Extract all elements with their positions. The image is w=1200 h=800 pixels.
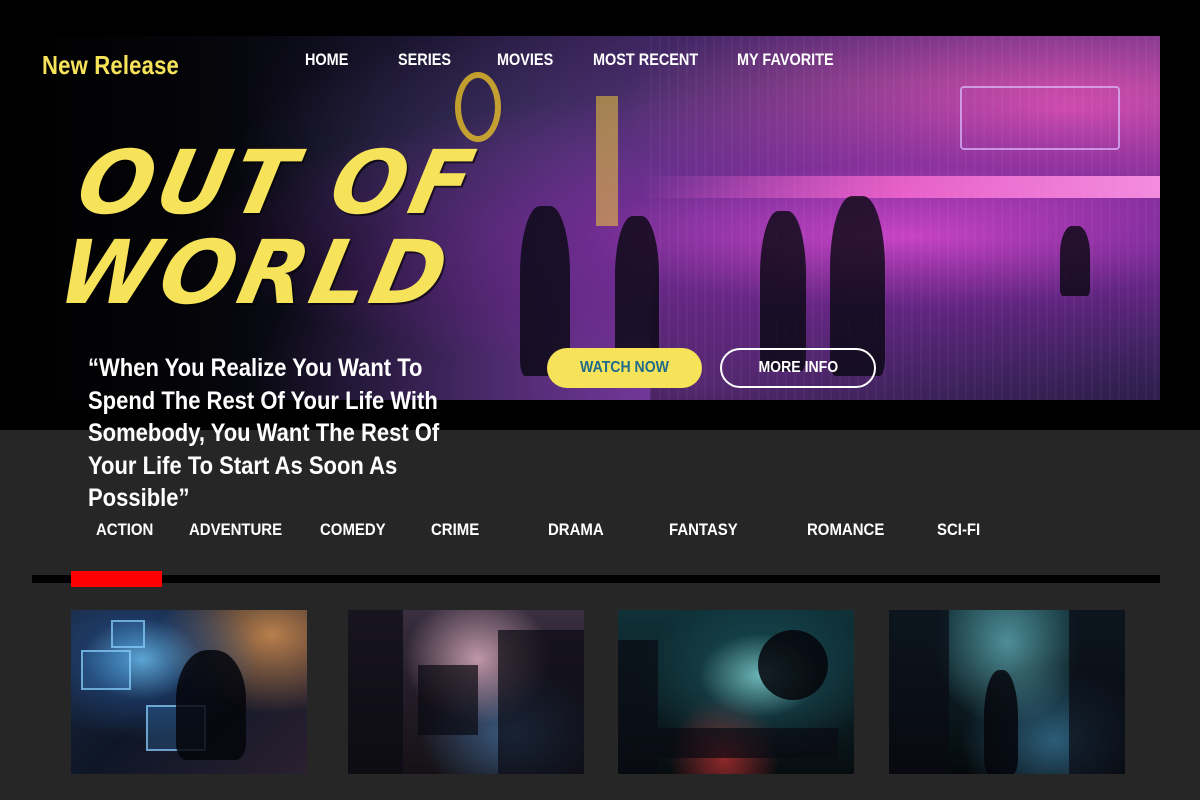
tab-adventure[interactable]: ADVENTURE xyxy=(189,520,282,540)
hero-title: OUT OF WORLD xyxy=(49,131,529,324)
holo-screen xyxy=(111,620,145,648)
hero-title-line: WORLD xyxy=(49,221,461,324)
armored-figure xyxy=(984,670,1018,774)
hooded-figure xyxy=(176,650,246,760)
hero-neon-awning xyxy=(640,176,1160,198)
hovering-ship xyxy=(758,630,828,700)
nav-movies[interactable]: MOVIES xyxy=(497,50,553,70)
nav-most-recent[interactable]: MOST RECENT xyxy=(593,50,698,70)
hero-title-line: OUT OF xyxy=(68,131,487,234)
more-info-button[interactable]: MORE INFO xyxy=(720,348,876,388)
hero-quote: “When You Realize You Want To Spend The … xyxy=(88,354,440,512)
watch-now-button[interactable]: WATCH NOW xyxy=(547,348,702,388)
building xyxy=(348,610,403,774)
tab-drama[interactable]: DRAMA xyxy=(548,520,604,540)
more-info-label: MORE INFO xyxy=(758,359,838,376)
hero-neon-sign xyxy=(596,96,618,226)
hacker-scene-thumbnail[interactable] xyxy=(71,610,307,774)
rainy-alley-thumbnail[interactable] xyxy=(889,610,1125,774)
tab-romance[interactable]: ROMANCE xyxy=(807,520,884,540)
tab-fantasy[interactable]: FANTASY xyxy=(669,520,738,540)
brand-logo[interactable]: New Release xyxy=(42,50,179,81)
category-track xyxy=(32,575,1160,583)
nav-home[interactable]: HOME xyxy=(305,50,348,70)
active-category-indicator xyxy=(71,571,162,587)
hero-silhouette xyxy=(760,211,806,371)
watch-now-label: WATCH NOW xyxy=(580,359,669,376)
city-street-thumbnail[interactable] xyxy=(348,610,584,774)
hero-neon-billboard xyxy=(960,86,1120,150)
hero-silhouette xyxy=(615,216,659,366)
hero-silhouette xyxy=(1060,226,1090,296)
building xyxy=(498,630,584,774)
tab-comedy[interactable]: COMEDY xyxy=(320,520,386,540)
category-tabs: ACTION ADVENTURE COMEDY CRIME DRAMA FANT… xyxy=(0,520,1200,550)
holo-screen xyxy=(81,650,131,690)
tab-crime[interactable]: CRIME xyxy=(431,520,479,540)
ground-vehicles xyxy=(658,728,838,758)
tab-sci-fi[interactable]: SCI-FI xyxy=(937,520,980,540)
night-ship-thumbnail[interactable] xyxy=(618,610,854,774)
building xyxy=(418,665,478,735)
tab-action[interactable]: ACTION xyxy=(96,520,153,540)
building xyxy=(618,640,658,774)
page: New Release HOME SERIES MOVIES MOST RECE… xyxy=(0,0,1200,800)
nav-series[interactable]: SERIES xyxy=(398,50,451,70)
building xyxy=(889,610,949,774)
building xyxy=(1069,610,1125,774)
nav-my-favorite[interactable]: MY FAVORITE xyxy=(737,50,834,70)
